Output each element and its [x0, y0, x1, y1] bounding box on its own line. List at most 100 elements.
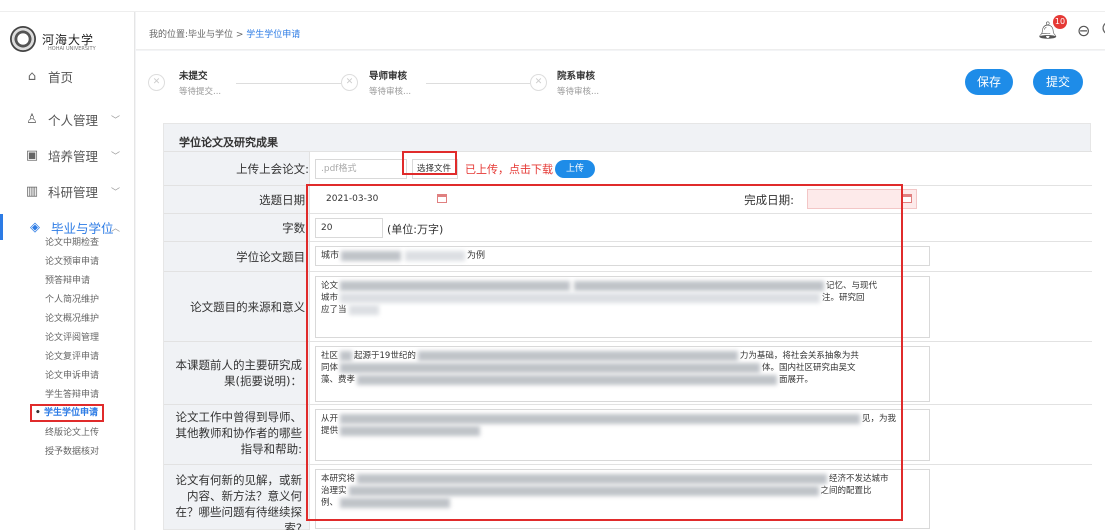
sidebar-sub-item[interactable]: 论文概况维护 [45, 312, 99, 326]
sidebar-sub-item[interactable]: 学生答辩申请 [45, 388, 99, 402]
upload-cell: .pdf格式 选择文件 已上传，点击下载 上传 [309, 152, 1092, 185]
step-3-title: 院系审核 [557, 71, 596, 82]
help-label: 论文工作中曾得到导师、其他教师和协作者的哪些指导和帮助: [175, 410, 303, 456]
redacted-text [340, 280, 571, 291]
chevron-down-icon: ﹀ [110, 187, 120, 198]
source-text: 注。研究回 [822, 293, 865, 303]
thesis-title-label: 学位论文题目: [236, 250, 309, 264]
source-label: 论文题目的来源和意义: [190, 300, 309, 314]
university-logo[interactable]: 河海大学 HOHAI UNIVERSITY [10, 26, 130, 52]
innovation-text: 例、 [321, 498, 339, 508]
upload-label: 上传上会论文: [236, 162, 309, 176]
book-icon: ▣ [25, 147, 39, 163]
predecessors-text: 藻、费孝 [321, 375, 356, 385]
sidebar-sub-item[interactable]: 论文预审申请 [45, 255, 99, 269]
predecessors-label: 本课题前人的主要研究成果(扼要说明)： [175, 358, 303, 388]
thesis-title-cell: 城市 为例 [309, 242, 1092, 271]
step-1-title: 未提交 [179, 71, 208, 82]
sidebar-sub-item[interactable]: 个人简况维护 [45, 293, 99, 307]
redacted-text [417, 350, 738, 361]
help-row: 论文工作中曾得到导师、其他教师和协作者的哪些指导和帮助: 从开 见，为我 提供 [164, 404, 1092, 464]
choose-file-button[interactable]: 选择文件 [412, 159, 458, 179]
sidebar-sub-item[interactable]: 授予数据核对 [45, 445, 99, 459]
breadcrumb-current[interactable]: 学生学位申请 [246, 30, 300, 40]
step-connector [426, 83, 530, 84]
graduation-cap-icon: ◈ [30, 219, 40, 235]
predecessors-text: 面展开。 [779, 375, 814, 385]
finish-date-cell [802, 186, 1092, 213]
topic-date-input[interactable]: 2021-03-30 [320, 189, 450, 209]
nav-home-label: 首页 [48, 69, 74, 85]
finish-date-input[interactable] [807, 189, 917, 209]
sidebar-sub-item[interactable]: 论文复评申请 [45, 350, 99, 364]
upload-button[interactable]: 上传 [555, 160, 595, 178]
sidebar-sub-item[interactable]: 论文评阅管理 [45, 331, 99, 345]
step-1-circle: ✕ [148, 74, 165, 91]
source-cell: 论文 记忆、与现代 城市 注。研究回 应了当 [309, 272, 1092, 341]
nav-training[interactable]: ▣ 培养管理 ﹀ [0, 142, 134, 168]
step-connector [236, 83, 341, 84]
logo-name: 河海大学 [42, 32, 95, 47]
thesis-title-start: 城市 [321, 251, 340, 261]
nav-personal-label: 个人管理 [48, 112, 99, 128]
nav-research[interactable]: ▥ 科研管理 ﹀ [0, 178, 134, 204]
nav-home[interactable]: ⌂ 首页 [0, 63, 134, 89]
redacted-text [340, 497, 451, 508]
help-textarea[interactable]: 从开 见，为我 提供 [315, 409, 930, 461]
innovation-textarea[interactable]: 本研究将 经济不发达城市 治理实 之间的配置比 例、 [315, 469, 930, 529]
redacted-text [357, 473, 828, 484]
thesis-title-end: 为例 [467, 251, 486, 261]
step-3-circle: ✕ [530, 74, 547, 91]
breadcrumb-prefix: 我的位置:毕业与学位 > [149, 30, 247, 40]
sidebar-sub-item[interactable]: 论文申诉申请 [45, 369, 99, 383]
sidebar-sub-item[interactable]: 终版论文上传 [45, 426, 99, 440]
lock-icon[interactable]: ⊖ [1077, 21, 1090, 40]
source-text: 记忆、与现代 [826, 281, 878, 291]
words-cell: 20 (单位:万字) [309, 214, 1092, 241]
innovation-label: 论文有何新的见解，或新内容、新方法？意义何在？哪些问题有待继续探索? [175, 473, 303, 530]
redacted-text [341, 250, 402, 261]
sidebar-sub-item-current[interactable]: 学生学位申请 [30, 404, 105, 422]
predecessors-textarea[interactable]: 社区 起源于19世纪的 力为基础，将社会关系抽象为共 同体 体。国内社区研究由吴文 藻… [315, 346, 930, 402]
calendar-icon[interactable] [902, 194, 912, 203]
notification-badge: 10 [1053, 15, 1067, 29]
submit-button[interactable]: 提交 [1033, 69, 1083, 95]
finish-date-label: 完成日期: [744, 193, 794, 207]
words-input[interactable]: 20 [315, 218, 383, 238]
calendar-icon[interactable] [437, 194, 447, 203]
source-text: 城市 [321, 293, 339, 303]
file-path-input[interactable]: .pdf格式 [315, 159, 407, 179]
chevron-down-icon: ﹀ [110, 151, 120, 162]
save-button[interactable]: 保存 [965, 69, 1013, 95]
sidebar-sub-item[interactable]: 预答辩申请 [45, 274, 90, 288]
innovation-cell: 本研究将 经济不发达城市 治理实 之间的配置比 例、 [309, 465, 1092, 530]
chart-icon: ▥ [25, 183, 39, 199]
nav-training-label: 培养管理 [48, 148, 99, 164]
chevron-down-icon: ﹀ [110, 115, 120, 126]
nav-personal[interactable]: ♙ 个人管理 ﹀ [0, 106, 134, 132]
help-text: 见，为我 [862, 414, 897, 424]
home-icon: ⌂ [27, 68, 37, 84]
words-row: 字数: 20 (单位:万字) [164, 213, 1092, 241]
predecessors-text: 同体 [321, 363, 339, 373]
redacted-text [348, 485, 819, 496]
uploaded-download-link[interactable]: 已上传，点击下载 [465, 161, 553, 177]
redacted-text [340, 292, 821, 303]
redacted-text [340, 413, 861, 424]
thesis-title-input[interactable]: 城市 为例 [315, 246, 930, 266]
dates-row: 选题日期: 2021-03-30 完成日期: [164, 185, 1092, 213]
predecessors-text: 力为基础，将社会关系抽象为共 [739, 351, 859, 361]
redacted-text [357, 374, 778, 385]
help-cell: 从开 见，为我 提供 [309, 405, 1092, 464]
redacted-text [405, 250, 466, 261]
step-3-subtitle: 等待审核... [557, 87, 600, 97]
top-strip [0, 0, 1105, 12]
step-1-subtitle: 等待提交... [179, 87, 222, 97]
source-textarea[interactable]: 论文 记忆、与现代 城市 注。研究回 应了当 [315, 276, 930, 338]
sidebar-sub-item[interactable]: 论文中期检查 [45, 236, 99, 250]
predecessors-row: 本课题前人的主要研究成果(扼要说明)： 社区 起源于19世纪的 力为基础，将社会关系… [164, 341, 1092, 404]
nav-graduation-label: 毕业与学位 [51, 220, 114, 236]
predecessors-cell: 社区 起源于19世纪的 力为基础，将社会关系抽象为共 同体 体。国内社区研究由吴文 藻… [309, 342, 1092, 404]
innovation-row: 论文有何新的见解，或新内容、新方法？意义何在？哪些问题有待继续探索? 本研究将 经… [164, 464, 1092, 530]
top-header: 我的位置:毕业与学位 > 学生学位申请 🔔︎ 10 . ⊖ ⏻ [136, 12, 1105, 50]
